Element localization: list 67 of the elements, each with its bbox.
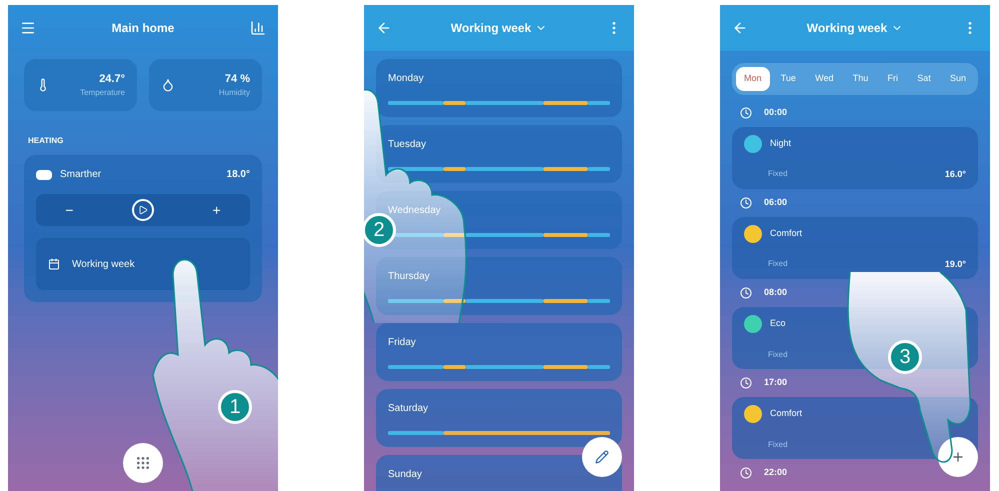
thermostat-icon xyxy=(36,170,52,180)
mode-type: Fixed xyxy=(768,439,788,451)
back-icon[interactable] xyxy=(376,20,392,36)
day-tab[interactable]: Fri xyxy=(880,67,906,91)
screen-title: Working week xyxy=(806,20,888,37)
droplet-icon xyxy=(161,78,175,92)
pencil-icon xyxy=(595,450,609,464)
plus-icon xyxy=(951,450,965,464)
mode-name: Comfort xyxy=(770,227,802,240)
plus-button[interactable]: + xyxy=(212,200,221,220)
sensor-value: 24.7° xyxy=(99,72,125,87)
mode-type: Fixed xyxy=(768,349,788,361)
sensor-tile[interactable]: 74 % Humidity xyxy=(149,59,262,111)
program-row[interactable]: Working week xyxy=(36,238,250,290)
mode-name: Eco xyxy=(770,317,786,330)
entry-time: 22:00 xyxy=(764,466,788,480)
screen-title: Main home xyxy=(112,20,174,37)
back-icon[interactable] xyxy=(732,20,748,36)
grid-icon xyxy=(135,455,151,471)
mode-temperature: 16.0° xyxy=(944,168,966,180)
day-name: Saturday xyxy=(388,402,430,416)
play-icon[interactable] xyxy=(132,199,154,221)
thermostat-name: Smarther xyxy=(60,168,102,182)
sensor-caption: Temperature xyxy=(80,87,125,100)
clock-icon xyxy=(740,107,752,119)
clock-icon xyxy=(740,377,752,389)
day-tab[interactable]: Mon xyxy=(736,67,770,91)
entry-time: 00:00 xyxy=(764,106,788,120)
day-tab[interactable]: Wed xyxy=(807,67,842,91)
thermostat-temperature: 18.0° xyxy=(226,168,250,182)
day-name: Friday xyxy=(388,336,417,350)
program-name: Working week xyxy=(72,258,135,272)
day-card[interactable]: Monday xyxy=(376,59,622,117)
day-name: Tuesday xyxy=(388,138,427,152)
day-name: Thursday xyxy=(388,270,431,284)
sensor-value: 74 % xyxy=(224,72,250,87)
day-tab[interactable]: Tue xyxy=(772,67,804,91)
day-name: Monday xyxy=(388,72,425,86)
mode-type: Fixed xyxy=(768,258,788,270)
clock-icon xyxy=(740,467,752,479)
mode-temperature: 19.0° xyxy=(944,258,966,270)
day-tab[interactable]: Sun xyxy=(942,67,974,91)
mode-type: Fixed xyxy=(768,168,788,180)
day-tab[interactable]: Sat xyxy=(909,67,939,91)
clock-icon xyxy=(740,197,752,209)
chart-icon[interactable] xyxy=(250,20,266,36)
entry-time: 17:00 xyxy=(764,376,788,390)
apps-button[interactable] xyxy=(123,443,163,483)
day-name: Sunday xyxy=(388,468,423,482)
mode-name: Night xyxy=(770,137,792,150)
day-tab[interactable]: Thu xyxy=(844,67,876,91)
calendar-icon xyxy=(48,258,60,270)
screen-title: Working week xyxy=(450,20,532,37)
mode-name: Comfort xyxy=(770,407,802,420)
sensor-caption: Humidity xyxy=(218,87,250,100)
program-entry[interactable]: Night Fixed 16.0° xyxy=(732,127,978,189)
section-title: HEATING xyxy=(27,135,64,147)
entry-time: 08:00 xyxy=(764,286,788,300)
day-card[interactable]: Friday xyxy=(376,323,622,381)
entry-time: 06:00 xyxy=(764,196,788,210)
clock-icon xyxy=(740,287,752,299)
menu-icon[interactable] xyxy=(20,20,36,36)
program-entry[interactable]: Comfort Fixed 19.0° xyxy=(732,217,978,279)
day-card[interactable]: Sunday xyxy=(376,455,622,491)
day-card[interactable]: Saturday xyxy=(376,389,622,447)
minus-button[interactable]: − xyxy=(65,200,74,220)
sensor-tile[interactable]: 24.7° Temperature xyxy=(24,59,137,111)
